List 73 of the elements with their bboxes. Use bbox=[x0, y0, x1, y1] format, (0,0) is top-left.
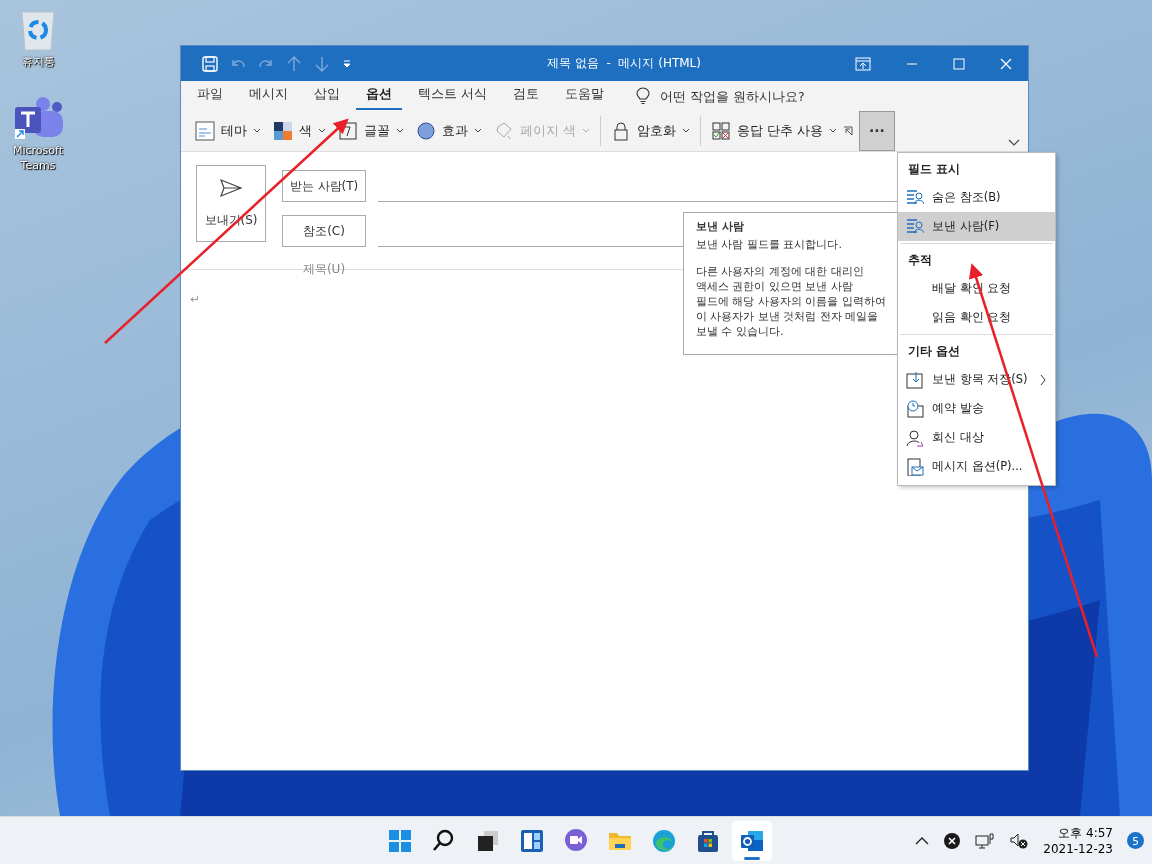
ribbon-tab[interactable]: 텍스트 서식 bbox=[408, 82, 497, 110]
menu-item[interactable]: 메시지 옵션(P)... bbox=[898, 452, 1055, 481]
ribbon-tab[interactable]: 메시지 bbox=[239, 82, 298, 110]
send-icon bbox=[219, 178, 243, 198]
subject-label: 제목(U) bbox=[301, 261, 347, 278]
tooltip-title: 보낸 사람 bbox=[696, 219, 745, 234]
dialog-launcher-icon[interactable] bbox=[842, 126, 853, 136]
schedule-icon bbox=[906, 399, 924, 418]
browser-icon[interactable] bbox=[651, 827, 677, 854]
menu-item[interactable]: 예약 발송 bbox=[898, 394, 1055, 423]
effects-icon bbox=[416, 121, 436, 141]
recycle-bin-icon bbox=[18, 8, 58, 52]
clock-date[interactable]: 2021-12-23 bbox=[1043, 840, 1113, 857]
to-button[interactable]: 받는 사람(T) bbox=[282, 170, 366, 202]
tell-me-field[interactable]: 어떤 작업을 원하시나요? bbox=[636, 87, 852, 105]
clock-time[interactable]: 오후 4:57 bbox=[1058, 824, 1113, 841]
chevron-up-icon[interactable] bbox=[915, 835, 930, 846]
lightbulb-icon bbox=[636, 87, 650, 105]
ribbon-tab[interactable]: 삽입 bbox=[304, 82, 350, 110]
options-icon bbox=[906, 457, 924, 476]
widgets-icon[interactable] bbox=[519, 827, 545, 854]
reply-icon bbox=[906, 428, 924, 447]
close-icon[interactable] bbox=[1000, 57, 1012, 70]
ribbon-command-button[interactable]: 암호화 bbox=[605, 117, 696, 145]
ribbon-tab[interactable]: 검토 bbox=[503, 82, 549, 110]
caret-icon bbox=[474, 128, 482, 134]
ribbon-command-button[interactable]: 테마 bbox=[189, 117, 267, 145]
tooltip-text: 다른 사용자의 계정에 대한 대리인 액세스 권한이 있으면 보낸 사람 필드에 해당 사용자의 이름을 입력하여 이 사용자가 보낸 것처럼 전자 메일을 보낼 수 있습니다. bbox=[696, 264, 887, 339]
menu-item[interactable]: 회신 대상 bbox=[898, 423, 1055, 452]
network-icon[interactable] bbox=[975, 831, 996, 850]
theme-icon bbox=[195, 121, 215, 141]
caret-icon bbox=[828, 128, 837, 134]
ribbon-tab[interactable]: 파일 bbox=[187, 82, 233, 110]
chat-icon[interactable] bbox=[563, 827, 589, 854]
ribbon-command-button[interactable]: 색 bbox=[267, 117, 332, 145]
save-icon[interactable] bbox=[201, 54, 219, 73]
menu-section-heading: 추적 bbox=[907, 252, 933, 269]
ribbon-command-button[interactable]: 글꼴 bbox=[332, 117, 410, 145]
caret-icon bbox=[318, 128, 326, 134]
lock-icon bbox=[611, 121, 631, 141]
menu-section-heading: 필드 표시 bbox=[907, 161, 961, 178]
ribbon-tab[interactable]: 도움말 bbox=[555, 82, 614, 110]
voting-icon bbox=[711, 121, 731, 141]
field-icon bbox=[906, 188, 924, 207]
close-circle-icon[interactable] bbox=[943, 831, 962, 850]
paragraph-mark: ↵ bbox=[190, 292, 201, 306]
cc-button[interactable]: 참조(C) bbox=[282, 215, 366, 247]
caret-icon bbox=[682, 128, 690, 134]
menu-item[interactable]: 숨은 참조(B) bbox=[898, 183, 1055, 212]
ribbon-command-button[interactable]: 효과 bbox=[410, 117, 488, 145]
active-indicator bbox=[744, 856, 760, 860]
ribbon-command-button[interactable]: 응답 단추 사용 bbox=[705, 117, 843, 145]
more-commands-button[interactable]: ··· bbox=[858, 111, 895, 151]
colors-icon bbox=[273, 121, 293, 141]
caret-icon bbox=[582, 128, 590, 134]
menu-section-heading: 기타 옵션 bbox=[907, 343, 961, 360]
tooltip-text: 보낸 사람 필드를 표시합니다. bbox=[696, 237, 843, 252]
notification-badge[interactable]: 5 bbox=[1127, 832, 1144, 849]
page-color-icon bbox=[494, 121, 514, 141]
window-title: 제목 없음 - 메시지 (HTML) bbox=[546, 55, 702, 72]
ribbon-display-icon[interactable] bbox=[855, 56, 871, 71]
start-icon[interactable] bbox=[387, 827, 413, 854]
save-icon bbox=[906, 370, 924, 389]
caret-icon bbox=[253, 128, 261, 134]
chevron-down-icon[interactable] bbox=[1008, 139, 1020, 147]
caret-icon bbox=[396, 128, 404, 134]
menu-item[interactable]: 보낸 사람(F) bbox=[898, 212, 1055, 241]
maximize-icon[interactable] bbox=[953, 57, 965, 70]
muted-speaker-icon[interactable] bbox=[1009, 831, 1030, 850]
field-icon bbox=[906, 217, 924, 236]
teams-app-icon bbox=[13, 95, 63, 141]
customize-caret-icon[interactable] bbox=[341, 57, 353, 70]
fonts-icon bbox=[338, 121, 358, 141]
